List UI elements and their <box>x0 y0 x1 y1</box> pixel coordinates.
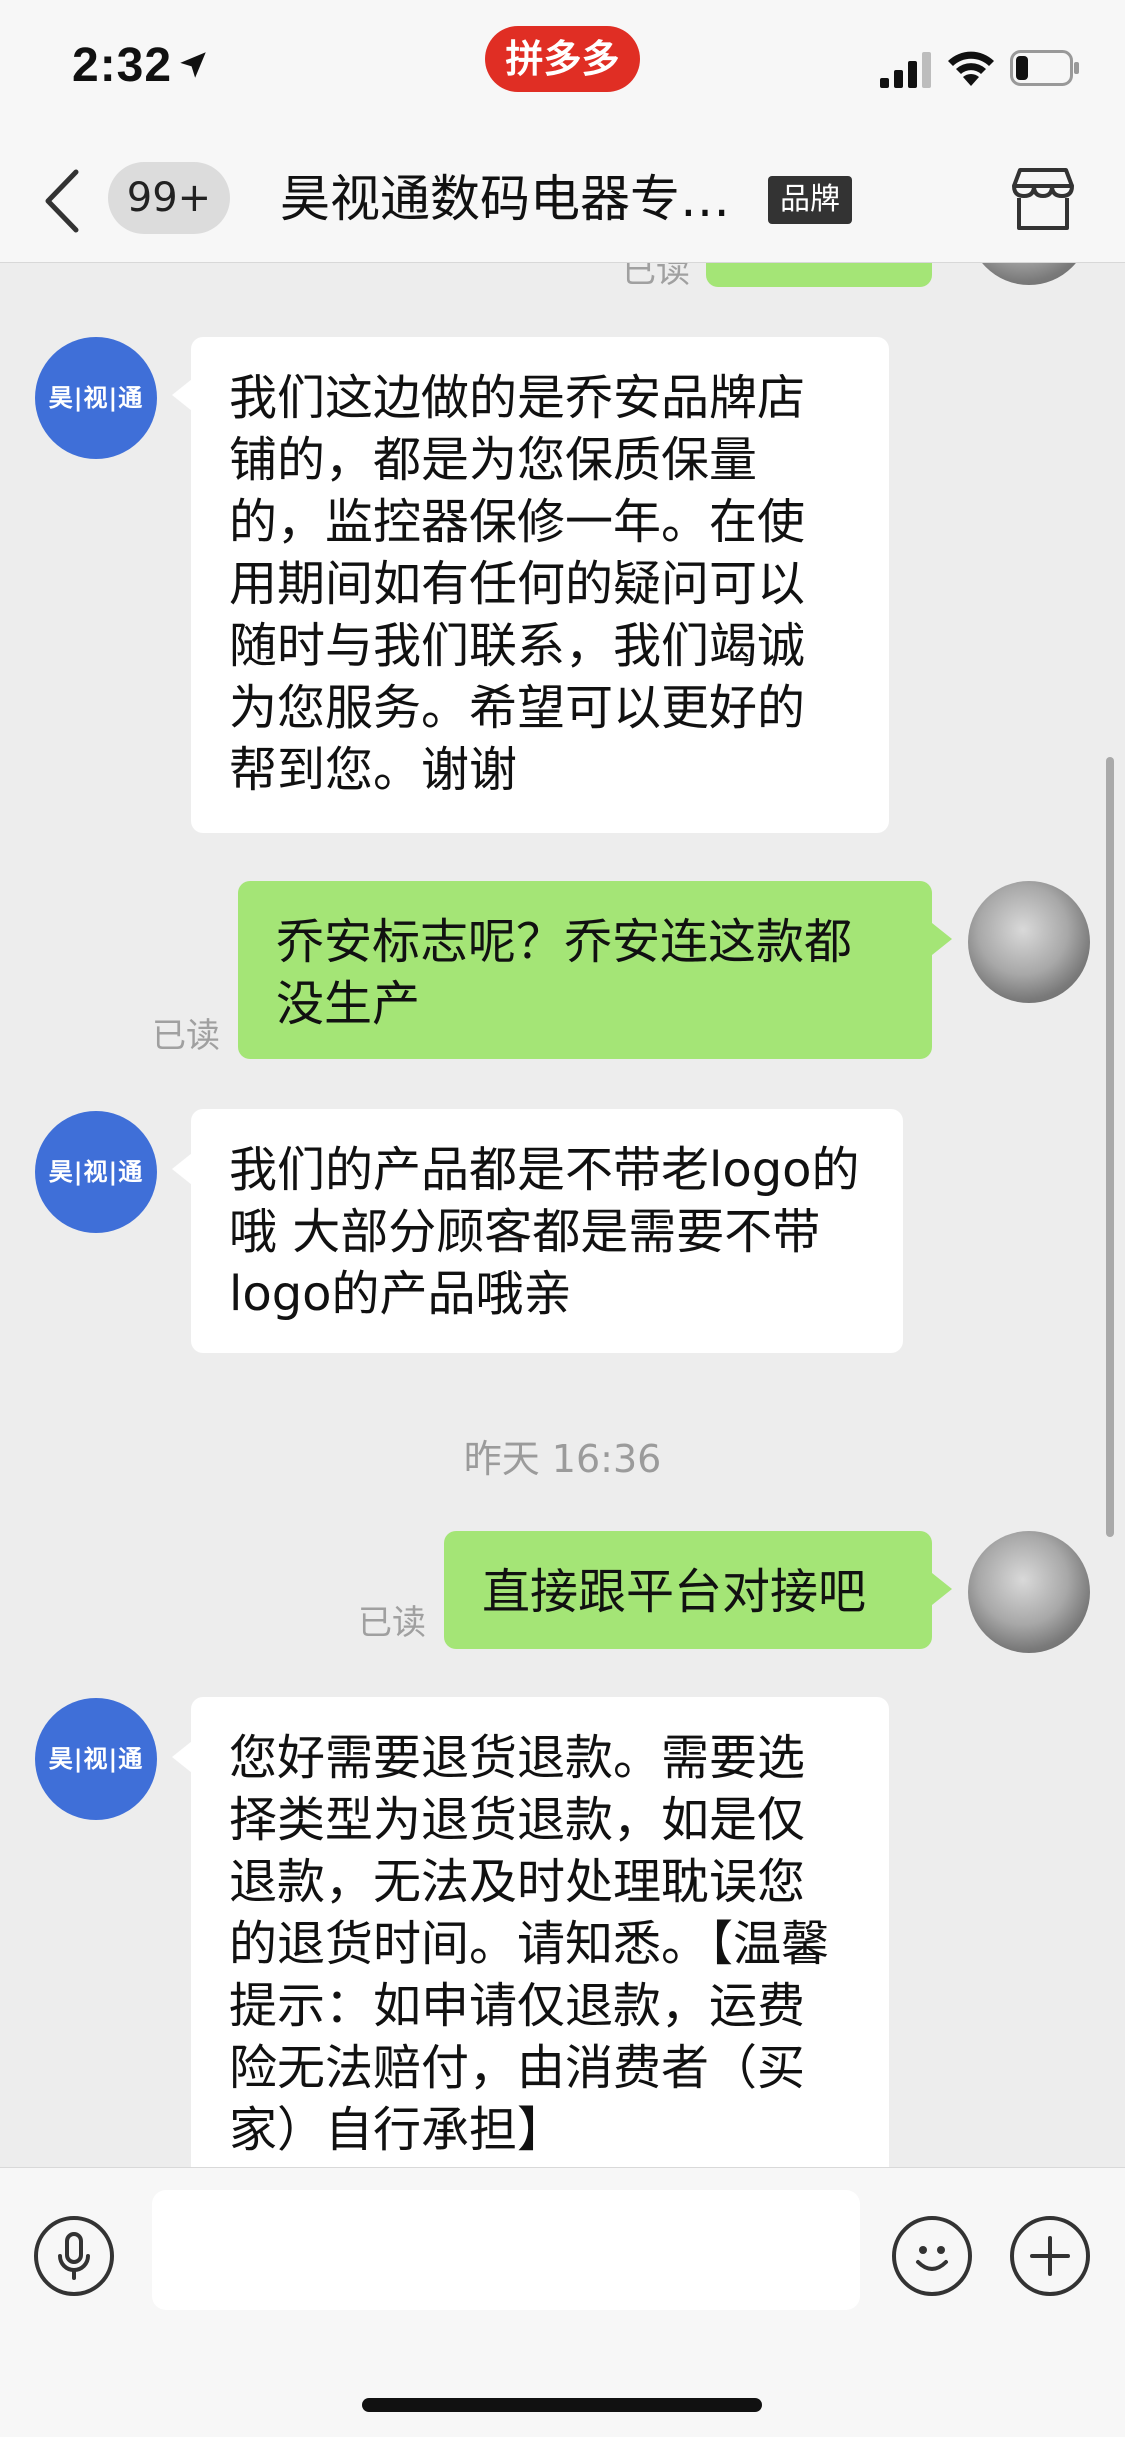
emoji-button[interactable] <box>892 2216 972 2296</box>
message-bubble-user[interactable]: 乔安标志呢？乔安连这款都没生产 <box>238 881 932 1059</box>
message-input[interactable] <box>152 2190 860 2310</box>
read-status-label: 已读 <box>152 1016 220 1056</box>
shop-avatar[interactable]: 昊|视|通 <box>35 337 157 459</box>
status-bar: 2:32 拼多多 <box>0 0 1125 140</box>
back-arrow-icon[interactable] <box>40 166 84 236</box>
scrollbar[interactable] <box>1106 757 1114 1537</box>
read-status-label: 已读 <box>622 263 690 291</box>
message-bubble-shop[interactable]: 您好需要退货退款。需要选择类型为退货退款，如是仅退款，无法及时处理耽误您的退货时… <box>191 1697 889 2167</box>
cellular-signal-icon <box>880 52 931 88</box>
store-icon[interactable] <box>1008 164 1078 234</box>
plus-icon <box>1030 2236 1070 2276</box>
message-bubble-shop[interactable]: 我们的产品都是不带老logo的哦 大部分顾客都是需要不带logo的产品哦亲 <box>191 1109 903 1353</box>
more-actions-button[interactable] <box>1010 2216 1090 2296</box>
bubble-tail <box>172 1741 192 1773</box>
time-separator: 昨天 16:36 <box>463 1437 662 1481</box>
user-avatar[interactable] <box>968 881 1090 1003</box>
app-badge: 拼多多 <box>485 26 640 92</box>
message-list[interactable]: 已读 昊|视|通 我们这边做的是乔安品牌店铺的，都是为您保质保量的，监控器保修一… <box>0 263 1125 2167</box>
unread-count-badge[interactable]: 99+ <box>108 162 230 234</box>
location-arrow-icon <box>180 52 206 78</box>
bubble-tail <box>932 923 952 955</box>
battery-icon <box>1010 50 1079 86</box>
home-indicator <box>362 2398 762 2412</box>
user-avatar[interactable] <box>968 1531 1090 1653</box>
read-status-label: 已读 <box>358 1603 426 1643</box>
user-avatar[interactable] <box>968 263 1090 285</box>
shop-name-title[interactable]: 昊视通数码电器专… <box>280 164 730 234</box>
chat-header: 99+ 昊视通数码电器专… 品牌 <box>0 140 1125 263</box>
shop-avatar[interactable]: 昊|视|通 <box>35 1698 157 1820</box>
brand-tag: 品牌 <box>768 176 852 224</box>
message-bubble-user[interactable]: 直接跟平台对接吧 <box>444 1531 932 1649</box>
smiley-icon <box>916 2246 948 2271</box>
voice-button[interactable] <box>34 2216 114 2296</box>
wifi-icon <box>948 51 994 86</box>
status-time: 2:32 <box>72 39 173 92</box>
microphone-icon <box>58 2232 90 2280</box>
message-bubble-shop[interactable]: 我们这边做的是乔安品牌店铺的，都是为您保质保量的，监控器保修一年。在使用期间如有… <box>191 337 889 833</box>
input-bar <box>0 2167 1125 2437</box>
bubble-tail <box>172 379 192 411</box>
shop-avatar[interactable]: 昊|视|通 <box>35 1111 157 1233</box>
bubble-tail <box>932 1573 952 1605</box>
previous-message-bubble[interactable] <box>706 263 932 287</box>
bubble-tail <box>172 1153 192 1185</box>
